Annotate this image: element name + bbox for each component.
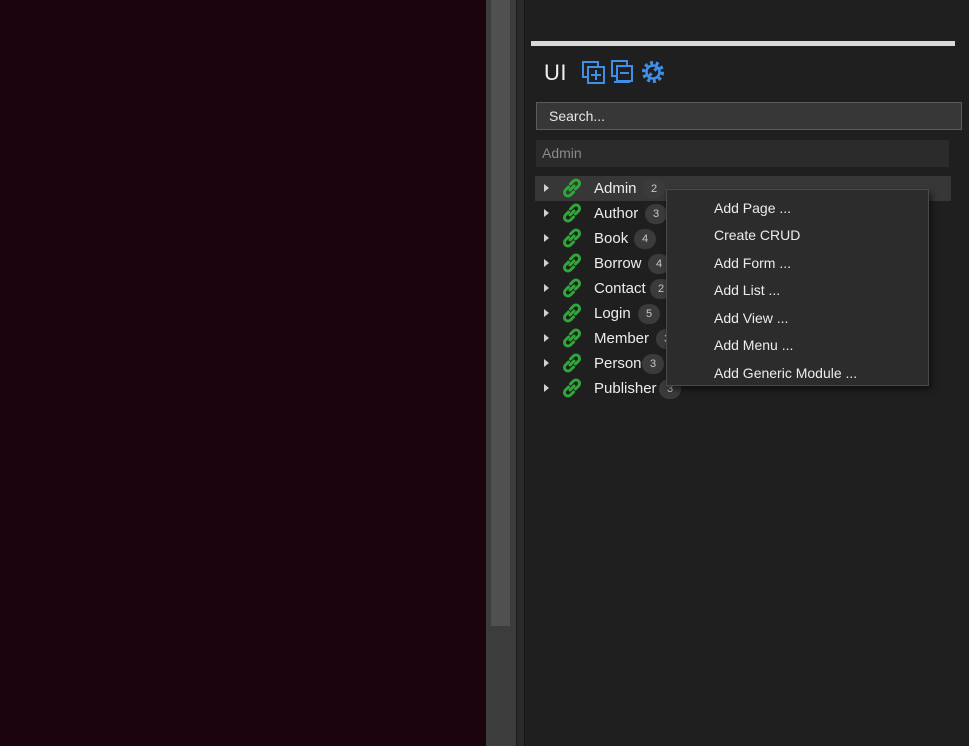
add-layer-icon[interactable] (581, 58, 607, 86)
count-badge: 3 (642, 354, 664, 374)
link-icon (560, 226, 584, 250)
settings-gear-icon[interactable] (640, 58, 666, 86)
filter-field[interactable]: Admin (536, 140, 949, 167)
menu-item-add-generic-module[interactable]: Add Generic Module ... (714, 365, 857, 381)
tree-item-label: Author (594, 205, 639, 222)
expand-arrow-icon[interactable] (544, 359, 549, 367)
expand-arrow-icon[interactable] (544, 184, 549, 192)
expand-arrow-icon[interactable] (544, 234, 549, 242)
link-icon (560, 376, 584, 400)
panel-header-bar (531, 41, 955, 46)
expand-arrow-icon[interactable] (544, 334, 549, 342)
link-icon (560, 251, 584, 275)
link-icon (560, 176, 584, 200)
menu-item-add-view[interactable]: Add View ... (714, 310, 788, 326)
search-input[interactable] (536, 102, 962, 130)
expand-arrow-icon[interactable] (544, 284, 549, 292)
tree-item-label: Login (594, 305, 631, 322)
tree-item-label: Book (594, 230, 629, 247)
vertical-scrollbar-thumb[interactable] (491, 0, 510, 626)
context-menu: Add Page ... Create CRUD Add Form ... Ad… (666, 189, 929, 386)
tree-item-label: Member (594, 330, 650, 347)
count-badge: 3 (645, 204, 667, 224)
collapse-layer-icon[interactable] (610, 58, 636, 86)
tree-item-label: Publisher (594, 380, 657, 397)
count-badge: 2 (643, 179, 665, 199)
link-icon (560, 276, 584, 300)
tree-item-label: Contact (594, 280, 646, 297)
expand-arrow-icon[interactable] (544, 259, 549, 267)
link-icon (560, 201, 584, 225)
panel-title: UI (544, 60, 567, 85)
link-icon (560, 301, 584, 325)
link-icon (560, 351, 584, 375)
tree-item-label: Admin (594, 180, 637, 197)
menu-item-create-crud[interactable]: Create CRUD (714, 227, 800, 243)
expand-arrow-icon[interactable] (544, 309, 549, 317)
expand-arrow-icon[interactable] (544, 384, 549, 392)
editor-canvas (0, 0, 486, 746)
tree-item-label: Person (594, 355, 642, 372)
menu-item-add-page[interactable]: Add Page ... (714, 200, 791, 216)
count-badge: 5 (638, 304, 660, 324)
menu-item-add-form[interactable]: Add Form ... (714, 255, 791, 271)
link-icon (560, 326, 584, 350)
tree-item-label: Borrow (594, 255, 642, 272)
menu-item-add-menu[interactable]: Add Menu ... (714, 337, 793, 353)
count-badge: 4 (634, 229, 656, 249)
expand-arrow-icon[interactable] (544, 209, 549, 217)
menu-item-add-list[interactable]: Add List ... (714, 282, 780, 298)
